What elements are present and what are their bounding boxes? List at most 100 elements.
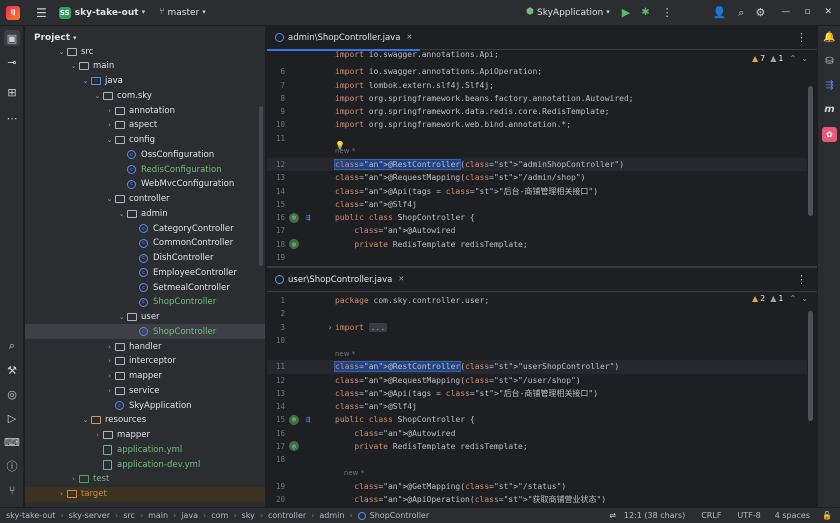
bottom-editor-pane[interactable]: 1 package com.sky.controller.user; 2 3 impor… <box>267 292 817 507</box>
editor-tab-user-shopcontroller[interactable]: user\ShopController.java ✕ <box>267 268 412 292</box>
structure-tool-icon[interactable]: ⊞ <box>4 84 20 100</box>
commit-tool-icon[interactable]: ⊸ <box>4 54 20 70</box>
breadcrumb-item[interactable]: com <box>211 511 228 520</box>
breadcrumb-item[interactable]: src <box>123 511 135 520</box>
find-tool-icon[interactable]: ⌕ <box>4 338 20 354</box>
caret-position[interactable]: 12:1 (38 chars) <box>624 511 685 520</box>
code-line[interactable]: 12 class="an">@RestController(class="st">… <box>267 158 807 172</box>
more-tools-icon[interactable]: ⋯ <box>4 110 20 126</box>
tree-item-folder[interactable]: ⌄ admin <box>25 206 265 221</box>
debug-icon[interactable]: ✱ <box>641 7 649 18</box>
breadcrumb-item[interactable]: controller <box>268 511 306 520</box>
code-line[interactable]: 9 import org.springframework.data.redis.c… <box>267 105 807 118</box>
tab-actions-icon[interactable]: ⋮ <box>796 274 807 285</box>
breadcrumb-item[interactable]: java <box>181 511 198 520</box>
close-icon[interactable]: ✕ <box>824 8 832 17</box>
breadcrumb-item[interactable]: sky-take-out <box>6 511 55 520</box>
breadcrumb-item[interactable]: admin <box>319 511 344 520</box>
code-line[interactable]: 11 class="an">@RestController(class="st">… <box>267 360 807 374</box>
tree-item-folder[interactable]: › target <box>25 486 265 502</box>
endpoint-gutter-icon[interactable]: ⇶ <box>303 213 313 223</box>
code-line[interactable]: 10 <box>267 334 807 347</box>
bean-icon[interactable]: ◎ <box>289 212 299 223</box>
git-tool-icon[interactable]: ⑂ <box>4 482 20 498</box>
minimize-icon[interactable]: — <box>781 8 790 17</box>
tree-item-file[interactable]: c OssConfiguration <box>25 147 265 162</box>
chevron-right-icon[interactable]: › <box>325 322 335 332</box>
top-editor-pane[interactable]: import io.swagger.annotations.Api; 6 impor… <box>267 50 817 266</box>
tree-item-file[interactable]: c RedisConfiguration <box>25 162 265 177</box>
code-line[interactable]: 1 package com.sky.controller.user; <box>267 294 807 307</box>
tree-item-folder[interactable]: › interceptor <box>25 354 265 369</box>
tree-item-folder[interactable]: › service <box>25 383 265 398</box>
maven-icon[interactable]: m <box>822 102 837 117</box>
code-line[interactable]: 19 class="an">@GetMapping(class="st">"/s… <box>267 480 807 493</box>
code-line[interactable]: import io.swagger.annotations.Api; <box>267 50 807 61</box>
code-line[interactable]: 20 class="an">@ApiOperation(class="st">"… <box>267 493 807 506</box>
chevron-down-icon[interactable]: ⌄ <box>81 77 90 85</box>
code-line[interactable]: 14 class="an">@Api(tags = class="st">"后台-… <box>267 185 807 198</box>
chevron-right-icon[interactable]: › <box>105 107 114 115</box>
bean-icon[interactable]: ◎ <box>289 239 299 250</box>
editor-tab-admin-shopcontroller[interactable]: admin\ShopController.java ✕ <box>267 26 421 51</box>
endpoints-icon[interactable]: ⇶ <box>822 78 837 93</box>
code-line[interactable]: 3 import ... › <box>267 321 807 334</box>
tree-item-folder[interactable]: › mapper <box>25 369 265 384</box>
endpoint-gutter-icon[interactable]: ⇶ <box>303 415 313 425</box>
breadcrumb-item[interactable]: ShopController <box>370 511 429 520</box>
tree-item-folder[interactable]: › test <box>25 472 265 487</box>
code-line[interactable]: 17 class="an">@Autowired <box>267 224 807 237</box>
lock-icon[interactable]: 🔓 <box>822 511 832 520</box>
code-line[interactable]: new * <box>267 466 807 479</box>
top-inspection-widget[interactable]: ▲ 7 ▲ 1 ⌃ ⌄ <box>752 54 808 63</box>
tree-item-file[interactable]: c SetmealController <box>25 280 265 295</box>
tree-item-folder[interactable]: › mapper <box>25 428 265 443</box>
code-line[interactable]: new * <box>267 347 807 360</box>
code-line[interactable]: 7 import lombok.extern.slf4j.Slf4j; <box>267 79 807 92</box>
tree-item-file[interactable]: application.yml <box>25 442 265 457</box>
problems-tool-icon[interactable]: ⓘ <box>4 458 20 474</box>
chevron-down-icon[interactable]: ⌄ <box>801 54 808 63</box>
tree-item-file[interactable]: application-dev.yml <box>25 457 265 472</box>
code-line[interactable]: 13 class="an">@Api(tags = class="st">"后台-… <box>267 387 807 400</box>
settings-gear-icon[interactable]: ⚙ <box>755 7 765 18</box>
chevron-down-icon[interactable]: ⌄ <box>801 294 808 303</box>
chevron-right-icon[interactable]: › <box>57 490 66 498</box>
chevron-down-icon[interactable]: ⌄ <box>117 313 126 321</box>
tree-item-file[interactable]: c EmployeeController <box>25 265 265 280</box>
code-line[interactable]: 8 import org.springframework.beans.factor… <box>267 92 807 105</box>
project-tool-icon[interactable]: ▣ <box>4 30 20 46</box>
code-line[interactable]: 16 class="an">@Autowired <box>267 427 807 440</box>
lightbulb-icon[interactable]: 💡 <box>335 141 345 150</box>
bean-icon[interactable]: ◎ <box>289 441 299 452</box>
chevron-right-icon[interactable]: › <box>105 343 114 351</box>
breadcrumb-item[interactable]: sky-server <box>69 511 110 520</box>
notifications-icon[interactable]: 🔔 <box>822 30 837 45</box>
code-line[interactable]: 2 <box>267 307 807 320</box>
code-line[interactable]: 13 class="an">@RequestMapping(class="st">… <box>267 171 807 184</box>
search-icon[interactable]: ⌕ <box>738 7 744 18</box>
run-config-selector[interactable]: ⬢ SkyApplication ▾ <box>526 3 610 23</box>
tree-item-folder[interactable]: › aspect <box>25 118 265 133</box>
chevron-up-icon[interactable]: ⌃ <box>790 54 797 63</box>
database-icon[interactable]: ⛁ <box>822 54 837 69</box>
breadcrumb-item[interactable]: main <box>148 511 168 520</box>
tree-item-file[interactable]: c ShopController <box>25 295 265 310</box>
tree-item-folder[interactable]: › handler <box>25 339 265 354</box>
more-actions-icon[interactable]: ⋮ <box>662 7 673 18</box>
tree-item-folder[interactable]: ⌄ java <box>25 74 265 89</box>
vcs-branch-selector[interactable]: ⑂ master ▾ <box>159 3 206 23</box>
chevron-right-icon[interactable]: › <box>105 121 114 129</box>
build-tool-icon[interactable]: ⚒ <box>4 362 20 378</box>
run-icon[interactable]: ▶ <box>622 7 630 18</box>
tab-actions-icon[interactable]: ⋮ <box>796 32 807 43</box>
tree-item-folder[interactable]: ⌄ resources <box>25 413 265 428</box>
breadcrumb-item[interactable]: sky <box>242 511 255 520</box>
chevron-down-icon[interactable]: ⌄ <box>105 195 114 203</box>
code-line[interactable]: 18 private RedisTemplate redisTemplate; ◎ <box>267 238 807 251</box>
chevron-down-icon[interactable]: ⌄ <box>57 48 66 56</box>
terminal-tool-icon[interactable]: ⌨ <box>4 434 20 450</box>
chevron-down-icon[interactable]: ⌄ <box>105 136 114 144</box>
code-line[interactable]: 10 import org.springframework.web.bind.an… <box>267 118 807 131</box>
code-line[interactable]: 18 <box>267 453 807 466</box>
